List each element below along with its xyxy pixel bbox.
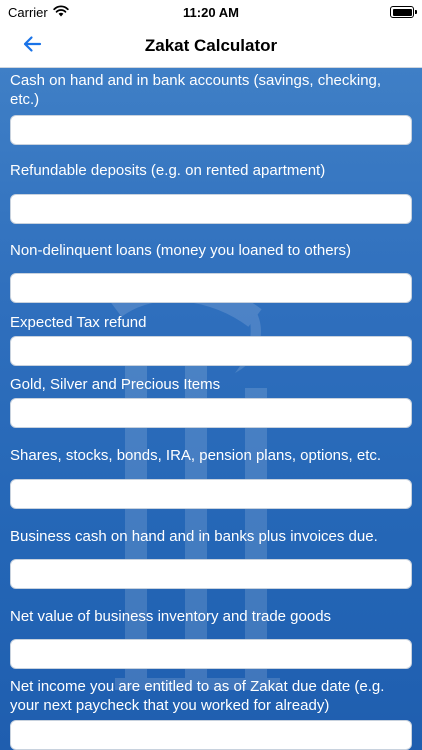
field-tax-refund: Expected Tax refund (10, 313, 412, 366)
field-loans: Non-delinquent loans (money you loaned t… (10, 241, 412, 303)
field-label: Shares, stocks, bonds, IRA, pension plan… (10, 447, 382, 464)
form-content[interactable]: Cash on hand and in bank accounts (savin… (0, 68, 422, 750)
field-cash: Cash on hand and in bank accounts (savin… (10, 71, 412, 145)
field-gold-silver: Gold, Silver and Precious Items (10, 375, 412, 428)
field-label: Non-delinquent loans (money you loaned t… (10, 242, 352, 259)
gold-silver-input[interactable] (10, 398, 412, 428)
field-inventory: Net value of business inventory and trad… (10, 607, 412, 669)
refundable-deposits-input[interactable] (10, 194, 412, 224)
field-label: Gold, Silver and Precious Items (10, 376, 221, 393)
status-bar: Carrier 11:20 AM (0, 0, 422, 24)
field-label: Expected Tax refund (10, 314, 147, 331)
cash-input[interactable] (10, 115, 412, 145)
field-shares: Shares, stocks, bonds, IRA, pension plan… (10, 446, 412, 509)
field-label: Net value of business inventory and trad… (10, 608, 332, 625)
loans-input[interactable] (10, 273, 412, 303)
inventory-input[interactable] (10, 639, 412, 669)
back-button[interactable] (16, 30, 48, 62)
shares-input[interactable] (10, 479, 412, 509)
net-income-input[interactable] (10, 720, 412, 750)
page-title: Zakat Calculator (144, 35, 278, 55)
tax-refund-input[interactable] (10, 336, 412, 366)
arrow-left-icon (22, 35, 42, 58)
carrier-label: Carrier (8, 4, 48, 20)
navigation-bar: Zakat Calculator (0, 24, 422, 68)
field-label: Refundable deposits (e.g. on rented apar… (10, 162, 326, 179)
battery-icon (390, 6, 417, 18)
business-cash-input[interactable] (10, 559, 412, 589)
wifi-icon (53, 4, 69, 20)
field-label: Cash on hand and in bank accounts (savin… (10, 72, 382, 108)
field-label: Business cash on hand and in banks plus … (10, 528, 378, 545)
field-net-income: Net income you are entitled to as of Zak… (10, 677, 412, 750)
battery-fill (392, 8, 412, 16)
field-label: Net income you are entitled to as of Zak… (10, 678, 385, 714)
status-left: Carrier (8, 5, 69, 20)
field-business-cash: Business cash on hand and in banks plus … (10, 527, 412, 589)
field-refundable-deposits: Refundable deposits (e.g. on rented apar… (10, 161, 412, 224)
